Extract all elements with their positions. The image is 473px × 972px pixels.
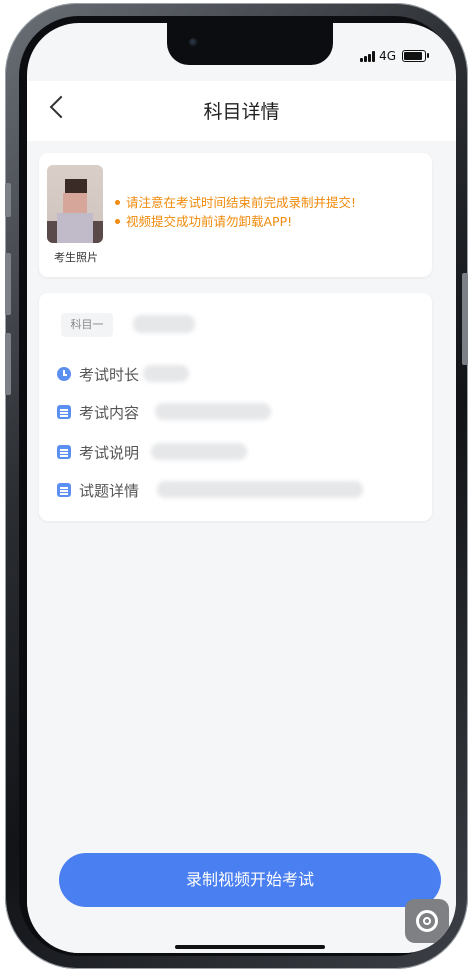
front-camera [189, 38, 198, 47]
info-row-description: 考试说明 [57, 441, 139, 463]
candidate-photo [47, 165, 103, 243]
status-bar: 4G [360, 49, 429, 63]
photo-label: 考生照片 [54, 251, 98, 264]
info-row-questions: 试题详情 [57, 479, 139, 501]
page-title: 科目详情 [203, 101, 280, 123]
notch [167, 23, 333, 65]
bullet-icon [115, 200, 120, 205]
notice-item: 视频提交成功前请勿卸载APP! [115, 212, 356, 231]
settings-button[interactable] [405, 899, 449, 943]
volume-down-button [5, 333, 11, 395]
start-exam-button[interactable]: 录制视频开始考试 [59, 853, 441, 907]
info-label: 考试内容 [79, 403, 140, 422]
gear-icon [416, 910, 438, 932]
subject-card: 科目一 考试时长 考试内容 考试说明 试题详情 [39, 293, 432, 521]
clock-icon [57, 367, 71, 381]
notice-text: 请注意在考试时间结束前完成录制并提交! [126, 195, 357, 210]
battery-icon [402, 50, 429, 62]
screen: 4G 科目详情 考生照片 请注意在考试时间结束前完成录制并提交! 视频提交成功前… [27, 23, 456, 953]
document-icon [57, 445, 71, 459]
redacted-value [151, 443, 247, 460]
info-label: 考试说明 [79, 443, 140, 462]
redacted-value [157, 481, 363, 498]
mute-switch [5, 183, 11, 217]
home-indicator[interactable] [175, 945, 325, 949]
info-row-duration: 考试时长 [57, 363, 139, 385]
info-row-content: 考试内容 [57, 401, 139, 423]
document-icon [57, 405, 71, 419]
notice-item: 请注意在考试时间结束前完成录制并提交! [115, 193, 356, 212]
redacted-value [143, 365, 189, 382]
bullet-icon [115, 219, 120, 224]
document-icon [57, 483, 71, 497]
redacted-value [155, 403, 271, 420]
power-button [462, 273, 468, 365]
navbar: 科目详情 [27, 81, 456, 141]
phone-frame: 4G 科目详情 考生照片 请注意在考试时间结束前完成录制并提交! 视频提交成功前… [5, 3, 468, 969]
info-label: 考试时长 [79, 365, 140, 384]
network-label: 4G [379, 49, 396, 63]
info-label: 试题详情 [79, 481, 140, 500]
signal-icon [360, 50, 376, 62]
subject-tag: 科目一 [61, 313, 113, 337]
candidate-card: 考生照片 请注意在考试时间结束前完成录制并提交! 视频提交成功前请勿卸载APP! [39, 153, 432, 277]
notice-list: 请注意在考试时间结束前完成录制并提交! 视频提交成功前请勿卸载APP! [115, 193, 356, 231]
redacted-subject-name [133, 315, 195, 333]
notice-text: 视频提交成功前请勿卸载APP! [126, 214, 293, 229]
volume-up-button [5, 253, 11, 315]
